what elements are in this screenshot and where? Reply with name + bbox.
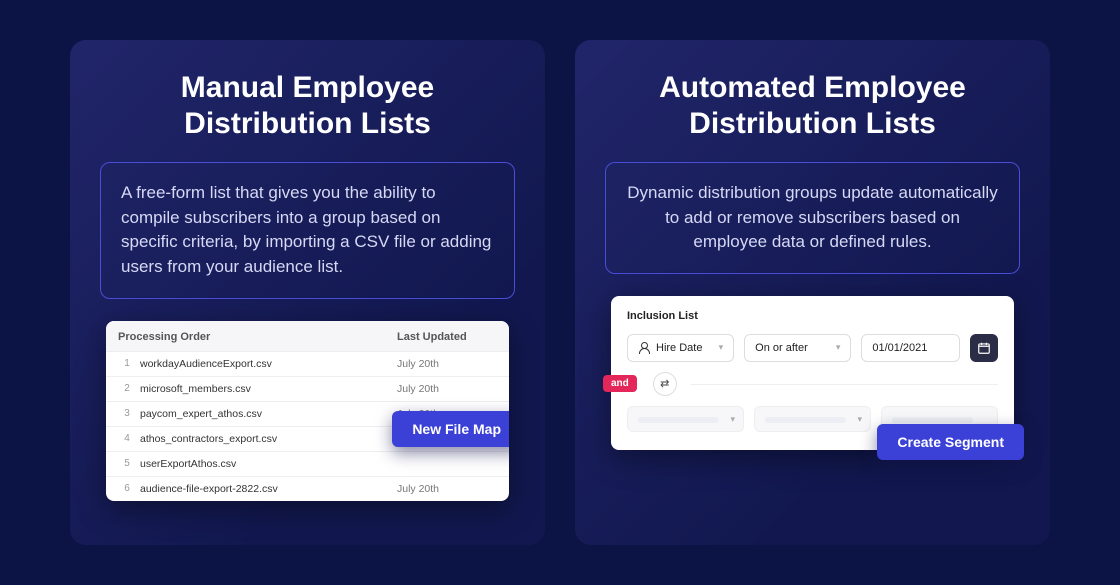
chevron-down-icon: ▾ [857, 414, 862, 425]
chevron-down-icon: ▾ [730, 414, 735, 425]
row-date: July 20th [397, 383, 497, 395]
table-header: Processing Order Last Updated [106, 321, 509, 351]
operator-label: On or after [755, 342, 808, 354]
col-processing-order: Processing Order [114, 331, 397, 343]
create-segment-button[interactable]: Create Segment [877, 424, 1024, 460]
file-table: Processing Order Last Updated 1workdayAu… [106, 321, 509, 501]
chevron-down-icon: ▾ [719, 342, 724, 353]
col-last-updated: Last Updated [397, 331, 497, 343]
row-filename: audience-file-export-2822.csv [140, 483, 397, 495]
field-select[interactable]: Hire Date ▾ [627, 334, 734, 362]
row-index: 4 [114, 433, 140, 444]
table-row[interactable]: 6audience-file-export-2822.csvJuly 20th [106, 476, 509, 501]
row-index: 3 [114, 408, 140, 419]
person-icon [638, 342, 650, 354]
new-file-map-button[interactable]: New File Map [392, 411, 509, 447]
rule-row: Hire Date ▾ On or after ▾ 01/01/2021 [627, 334, 998, 362]
operator-select[interactable]: On or after ▾ [744, 334, 851, 362]
table-row[interactable]: 5userExportAthos.csv [106, 451, 509, 476]
manual-list-card: Manual Employee Distribution Lists A fre… [70, 40, 545, 545]
table-row[interactable]: 2microsoft_members.csvJuly 20th [106, 376, 509, 401]
row-filename: paycom_expert_athos.csv [140, 408, 397, 420]
manual-description: A free-form list that gives you the abil… [100, 162, 515, 299]
row-date: July 20th [397, 358, 497, 370]
row-filename: userExportAthos.csv [140, 458, 397, 470]
field-label: Hire Date [656, 342, 702, 354]
and-connector[interactable]: and [603, 375, 637, 392]
row-date: July 20th [397, 483, 497, 495]
automated-description: Dynamic distribution groups update autom… [605, 162, 1020, 274]
date-value: 01/01/2021 [872, 342, 927, 354]
row-index: 1 [114, 358, 140, 369]
connector-row: and ⇄ [627, 372, 998, 396]
rule-builder: Inclusion List Hire Date ▾ On or after ▾… [611, 296, 1014, 450]
automated-list-card: Automated Employee Distribution Lists Dy… [575, 40, 1050, 545]
row-index: 6 [114, 483, 140, 494]
row-index: 5 [114, 458, 140, 469]
calendar-icon[interactable] [970, 334, 998, 362]
automated-title: Automated Employee Distribution Lists [605, 70, 1020, 142]
row-filename: microsoft_members.csv [140, 383, 397, 395]
chevron-down-icon: ▾ [836, 342, 841, 353]
manual-title: Manual Employee Distribution Lists [100, 70, 515, 142]
date-input[interactable]: 01/01/2021 [861, 334, 960, 362]
row-filename: athos_contractors_export.csv [140, 433, 397, 445]
row-filename: workdayAudienceExport.csv [140, 358, 397, 370]
placeholder-operator[interactable]: ▾ [754, 406, 871, 432]
row-index: 2 [114, 383, 140, 394]
swap-icon[interactable]: ⇄ [653, 372, 677, 396]
table-row[interactable]: 1workdayAudienceExport.csvJuly 20th [106, 351, 509, 376]
placeholder-field[interactable]: ▾ [627, 406, 744, 432]
inclusion-list-heading: Inclusion List [627, 310, 998, 322]
